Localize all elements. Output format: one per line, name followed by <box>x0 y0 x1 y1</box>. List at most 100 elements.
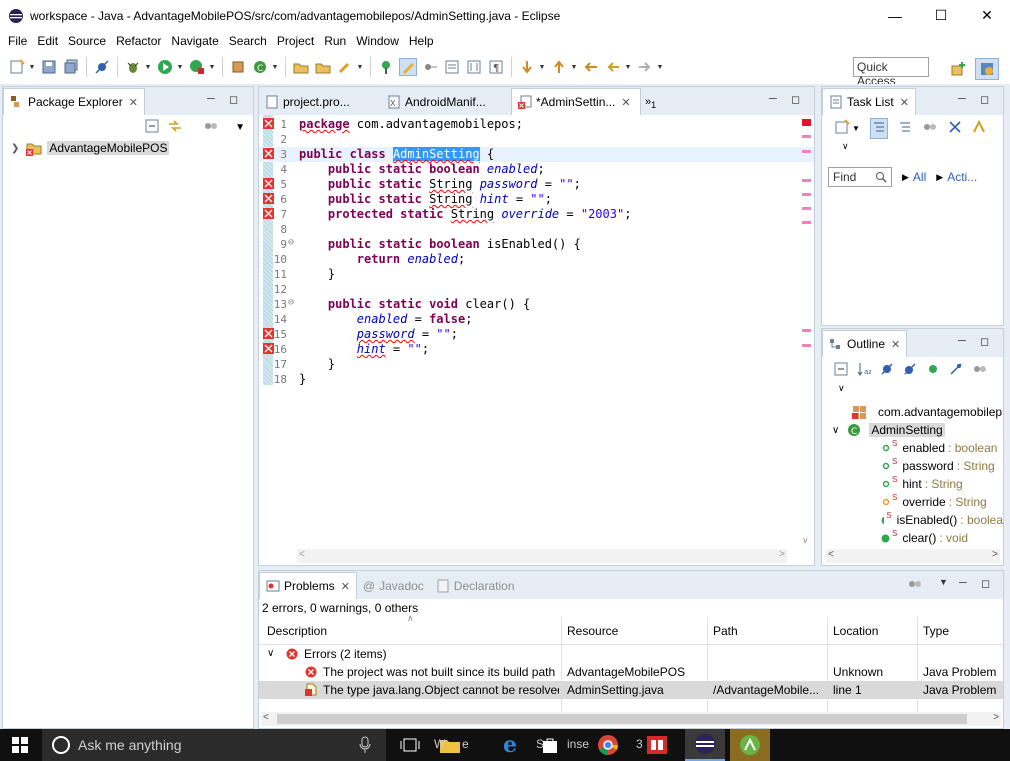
link-with-editor-icon[interactable] <box>167 119 183 136</box>
table-row[interactable]: The project was not built since its buil… <box>259 663 1003 681</box>
save-icon[interactable] <box>40 58 58 76</box>
column-path[interactable]: Path <box>713 624 738 638</box>
minimize-icon[interactable]: ─ <box>958 335 966 347</box>
scroll-down-icon[interactable]: ∨ <box>802 535 809 546</box>
chevron-right-icon[interactable]: ❯ <box>11 143 19 154</box>
chevron-down-icon[interactable]: ▼ <box>235 122 245 133</box>
maximize-icon[interactable]: ◻ <box>791 93 800 106</box>
open-perspective-icon[interactable] <box>949 60 967 78</box>
ruler-mark[interactable] <box>802 150 811 153</box>
scroll-right-icon[interactable]: > <box>993 712 999 723</box>
all-link[interactable]: All <box>913 170 926 184</box>
scrollbar-thumb[interactable] <box>277 714 967 724</box>
menu-refactor[interactable]: Refactor <box>111 31 166 51</box>
view-menu-icon[interactable] <box>203 119 219 136</box>
scroll-right-icon[interactable]: > <box>779 549 785 560</box>
run-icon[interactable] <box>156 58 174 76</box>
column-description[interactable]: Description <box>267 624 327 638</box>
outline-member[interactable]: S hint : String <box>822 475 1003 493</box>
tab-admin-setting[interactable]: *AdminSettin... ✕ <box>511 88 641 115</box>
ruler-mark[interactable] <box>802 193 811 196</box>
collapse-all-icon[interactable] <box>145 119 159 136</box>
next-edit-dropdown[interactable]: ▼ <box>538 58 546 76</box>
collapse-all-icon[interactable] <box>834 362 848 379</box>
overview-ruler[interactable]: ∨ <box>802 115 812 565</box>
hide-local-types-icon[interactable] <box>949 362 963 379</box>
column-location[interactable]: Location <box>833 624 878 638</box>
view-menu-icon[interactable] <box>907 577 923 594</box>
new-class-icon[interactable]: C <box>251 58 269 76</box>
tab-package-explorer[interactable]: Package Explorer ✕ <box>3 88 145 115</box>
external-tools-dropdown[interactable]: ▼ <box>208 58 216 76</box>
maximize-button[interactable]: ☐ <box>918 0 964 31</box>
new-package-icon[interactable] <box>229 58 247 76</box>
quick-access-input[interactable]: Quick Access <box>853 57 929 88</box>
activate-link[interactable]: Acti... <box>947 170 977 184</box>
chevron-down-icon[interactable]: ▼ <box>939 577 948 587</box>
ruler-mark[interactable] <box>802 207 811 210</box>
column-type[interactable]: Type <box>923 624 949 638</box>
menu-navigate[interactable]: Navigate <box>166 31 223 51</box>
ruler-mark[interactable] <box>802 329 811 332</box>
tab-declaration[interactable]: Declaration <box>430 573 521 599</box>
start-button[interactable] <box>0 729 40 761</box>
menu-help[interactable]: Help <box>404 31 439 51</box>
scroll-left-icon[interactable]: < <box>299 549 305 560</box>
mark-occurrences-icon[interactable] <box>421 58 439 76</box>
ruler-mark[interactable] <box>802 179 811 182</box>
focus-icon[interactable] <box>972 119 986 137</box>
minimize-button[interactable]: — <box>872 0 918 31</box>
outline-class[interactable]: ∨ C AdminSetting <box>822 421 1003 439</box>
minimize-icon[interactable]: ─ <box>207 93 215 105</box>
open-folder-icon[interactable] <box>314 58 332 76</box>
search-tool-icon[interactable] <box>336 58 354 76</box>
chevron-down-icon[interactable]: ▼ <box>852 124 860 133</box>
run-dropdown[interactable]: ▼ <box>176 58 184 76</box>
horizontal-scrollbar[interactable]: < > <box>826 549 1000 563</box>
next-annotation-icon[interactable] <box>377 58 395 76</box>
tab-outline[interactable]: Outline ✕ <box>822 330 908 357</box>
outline-member[interactable]: S clear() : void <box>822 529 1003 547</box>
block-selection-icon[interactable] <box>443 58 461 76</box>
menu-source[interactable]: Source <box>63 31 111 51</box>
close-button[interactable]: ✕ <box>964 0 1010 31</box>
menu-run[interactable]: Run <box>319 31 351 51</box>
chevron-down-icon[interactable]: ∨ <box>267 648 274 659</box>
hide-fields-icon[interactable] <box>880 362 894 379</box>
debug-icon[interactable] <box>124 58 142 76</box>
table-row-selected[interactable]: The type java.lang.Object cannot be reso… <box>259 681 1003 699</box>
outline-package[interactable]: com.advantagemobilep <box>822 403 1003 421</box>
tab-overflow[interactable]: » 1 <box>641 89 660 115</box>
tree-item-project[interactable]: ❯ AdvantageMobilePOS <box>3 139 253 157</box>
menu-window[interactable]: Window <box>351 31 404 51</box>
ruler-mark[interactable] <box>802 344 811 347</box>
back-dropdown[interactable]: ▼ <box>624 58 632 76</box>
menu-file[interactable]: File <box>3 31 32 51</box>
new-dropdown[interactable]: ▼ <box>28 58 36 76</box>
new-class-dropdown[interactable]: ▼ <box>271 58 279 76</box>
tab-javadoc[interactable]: @ Javadoc <box>357 573 430 599</box>
table-row-group[interactable]: ∨ Errors (2 items) <box>259 645 1003 663</box>
highlight-icon[interactable] <box>399 58 417 76</box>
open-type-icon[interactable] <box>292 58 310 76</box>
skip-breakpoints-icon[interactable] <box>93 58 111 76</box>
cortana-search-box[interactable]: Ask me anything <box>42 729 386 761</box>
maximize-icon[interactable]: ◻ <box>229 93 238 106</box>
save-all-icon[interactable] <box>62 58 80 76</box>
menu-search[interactable]: Search <box>224 31 272 51</box>
categorized-icon[interactable] <box>869 117 888 139</box>
close-icon[interactable]: ✕ <box>341 580 350 593</box>
taskbar-app-eclipse[interactable] <box>685 729 725 761</box>
error-summary-marker[interactable] <box>802 119 811 126</box>
outline-member[interactable]: S isEnabled() : boolea <box>822 511 1003 529</box>
menu-edit[interactable]: Edit <box>32 31 63 51</box>
horizontal-scrollbar[interactable]: < > <box>297 549 787 563</box>
close-icon[interactable]: ✕ <box>900 96 909 109</box>
taskbar-app-word[interactable]: W e <box>430 729 470 761</box>
view-menu-icon[interactable] <box>972 362 988 379</box>
java-perspective-icon[interactable] <box>975 58 999 80</box>
tab-task-list[interactable]: Task List ✕ <box>822 88 916 115</box>
scroll-left-icon[interactable]: < <box>828 549 834 560</box>
filter-icon[interactable] <box>922 120 938 137</box>
minimize-icon[interactable]: ─ <box>959 577 967 589</box>
